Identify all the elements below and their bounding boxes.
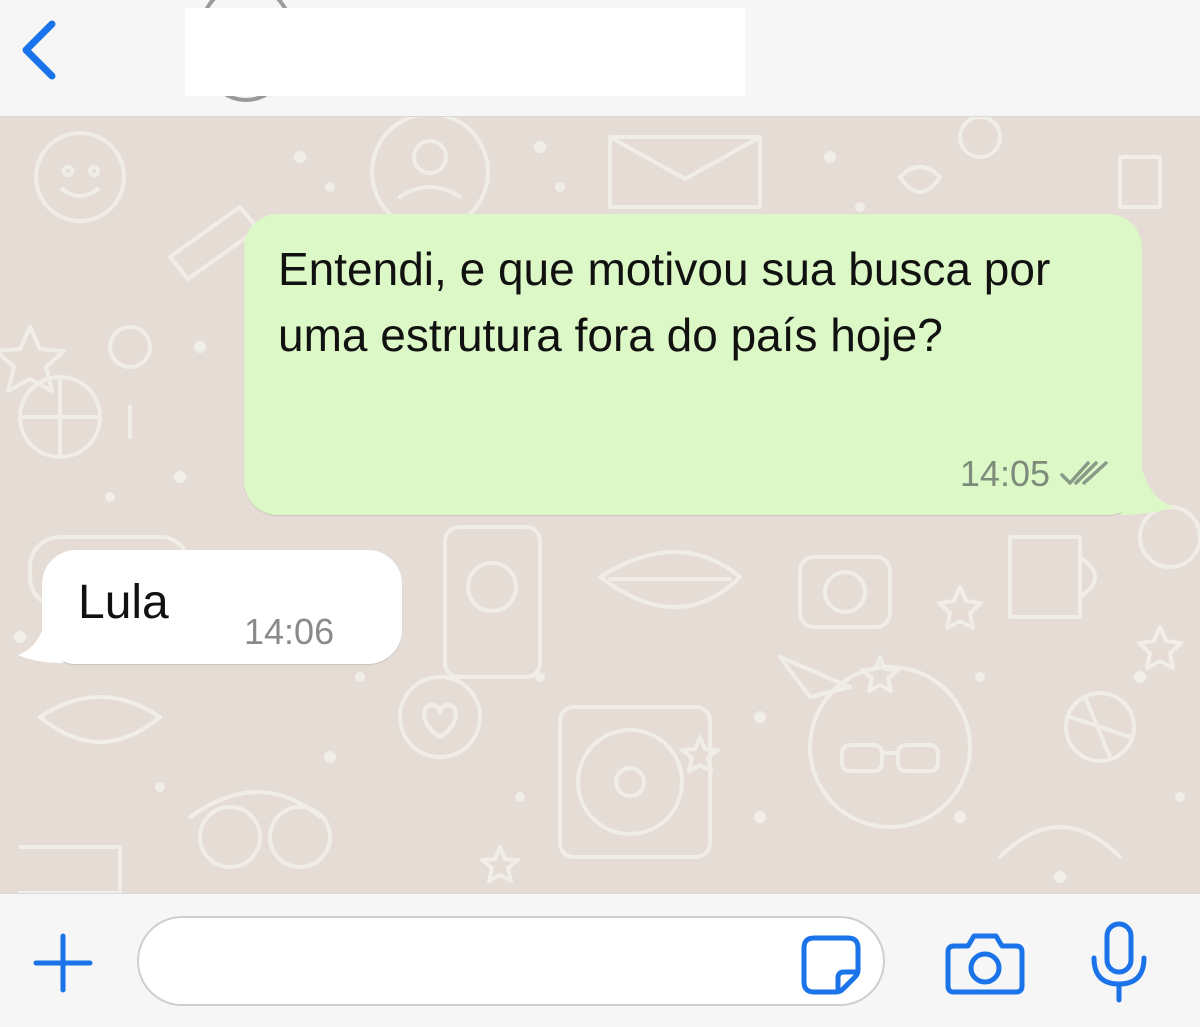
message-meta: 14:05 — [960, 454, 1112, 494]
chat-header — [0, 0, 1200, 117]
sticker-icon — [801, 935, 861, 995]
message-time: 14:05 — [959, 453, 1050, 494]
message-text: Lula — [78, 576, 169, 629]
sticker-button[interactable] — [800, 934, 862, 996]
chat-area[interactable]: Entendi, e que motivou sua busca por uma… — [0, 117, 1200, 893]
camera-icon — [945, 933, 1025, 995]
message-time: 14:06 — [244, 611, 335, 652]
message-input-field[interactable] — [137, 916, 885, 1006]
message-text: Entendi, e que motivou sua busca por uma… — [278, 243, 1051, 361]
chat-screen: Entendi, e que motivou sua busca por uma… — [0, 0, 1200, 1027]
contact-name-redacted[interactable] — [185, 8, 745, 96]
bubble-tail-incoming — [18, 617, 64, 663]
bubble-tail-outgoing — [1120, 469, 1174, 515]
message-input[interactable] — [169, 934, 793, 992]
microphone-button[interactable] — [1088, 920, 1150, 1006]
attach-button[interactable] — [30, 930, 96, 996]
chevron-left-icon — [22, 20, 56, 80]
camera-button[interactable] — [944, 930, 1026, 996]
back-button[interactable] — [8, 14, 68, 86]
message-bubble-outgoing[interactable]: Entendi, e que motivou sua busca por uma… — [244, 214, 1142, 515]
message-bubble-incoming[interactable]: Lula 14:06 — [42, 550, 402, 664]
double-check-icon — [1060, 461, 1108, 485]
microphone-icon — [1091, 921, 1147, 1003]
input-bar — [0, 893, 1200, 1027]
plus-icon — [33, 933, 93, 993]
